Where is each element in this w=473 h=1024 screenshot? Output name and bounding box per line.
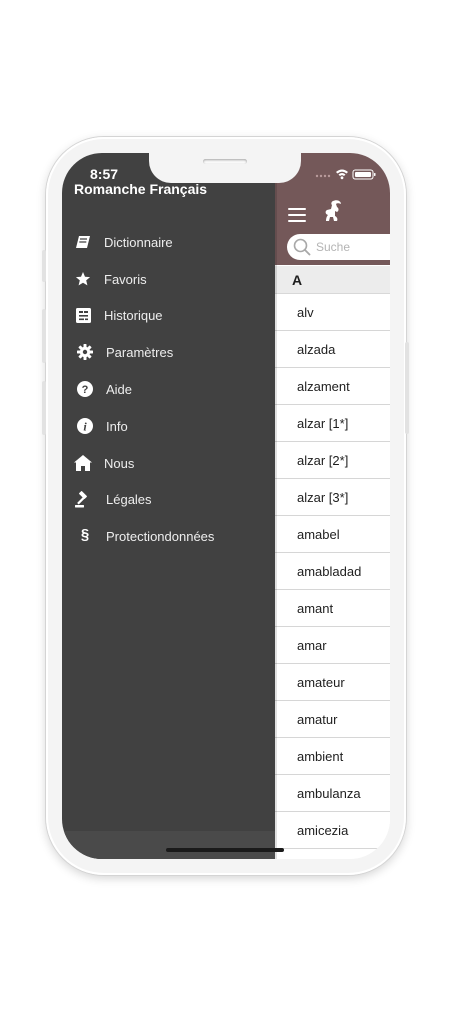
drawer-menu: Dictionnaire Favoris Historique Paramètr… <box>62 224 275 555</box>
menu-item-legales[interactable]: Légales <box>62 482 275 519</box>
battery-icon <box>352 169 376 180</box>
menu-item-favoris[interactable]: Favoris <box>62 261 275 298</box>
menu-item-label: Dictionnaire <box>104 234 173 250</box>
list-item[interactable]: alzada <box>275 331 390 368</box>
list-item[interactable]: alzar [1*] <box>275 405 390 442</box>
search-bar-container: Suche <box>275 228 390 265</box>
menu-item-label: Paramètres <box>106 345 174 361</box>
list-item-label: amateur <box>297 675 345 690</box>
svg-text:?: ? <box>82 384 89 396</box>
list-item-label: ambient <box>297 749 344 764</box>
search-input[interactable]: Suche <box>287 234 390 260</box>
menu-item-info[interactable]: i Info <box>62 408 275 445</box>
navigation-drawer: 8:57 Romanche Français Dictionnaire Favo… <box>62 153 275 859</box>
list-item-label: amant <box>297 601 334 616</box>
word-list: alv alzada alzament alzar [1*] alzar [2*… <box>275 294 390 849</box>
status-icons <box>315 167 377 185</box>
menu-item-protectiondonnees[interactable]: § Protectiondonnées <box>62 518 275 555</box>
list-item[interactable]: alzar [3*] <box>275 479 390 516</box>
list-item[interactable]: amabladad <box>275 553 390 590</box>
list-item-label: ambulanza <box>297 786 361 801</box>
list-item-label: amabladad <box>297 564 362 579</box>
list-item[interactable]: amateur <box>275 664 390 701</box>
ibex-logo-icon <box>322 199 344 228</box>
cellular-signal-icon <box>315 174 331 178</box>
book-icon <box>74 233 92 251</box>
menu-item-label: Nous <box>104 455 135 471</box>
app-screen: Suche A alv alzada alzament alzar [1*] a… <box>62 153 390 859</box>
list-item[interactable]: amabel <box>275 516 390 553</box>
list-item[interactable]: amicezia <box>275 812 390 849</box>
drawer-footer <box>62 831 275 859</box>
hamburger-menu-icon[interactable] <box>288 208 306 222</box>
drawer-title: Romanche Français <box>74 181 208 197</box>
list-item-label: alzament <box>297 379 350 394</box>
list-item-label: alzar [2*] <box>297 453 349 468</box>
gear-icon <box>76 343 94 361</box>
section-header-letter: A <box>292 272 303 288</box>
house-icon <box>74 454 92 472</box>
menu-item-label: Aide <box>106 382 133 398</box>
list-item-label: alzada <box>297 342 336 357</box>
menu-item-dictionnaire[interactable]: Dictionnaire <box>62 224 275 261</box>
list-item-label: alv <box>297 305 314 320</box>
info-icon: i <box>76 417 94 435</box>
menu-item-label: Protectiondonnées <box>106 529 215 545</box>
list-item[interactable]: ambient <box>275 738 390 775</box>
list-item[interactable]: amatur <box>275 701 390 738</box>
menu-item-label: Historique <box>104 308 163 324</box>
list-item[interactable]: ambulanza <box>275 775 390 812</box>
power-button <box>405 342 409 434</box>
menu-item-label: Légales <box>106 492 152 508</box>
volume-up-button <box>42 309 46 363</box>
menu-item-label: Info <box>106 418 128 434</box>
menu-item-parametres[interactable]: Paramètres <box>62 334 275 371</box>
search-placeholder: Suche <box>316 240 351 254</box>
list-item-label: amatur <box>297 712 338 727</box>
list-item-label: alzar [3*] <box>297 490 349 505</box>
question-icon: ? <box>76 380 94 398</box>
list-item-label: amar <box>297 638 327 653</box>
list-item-label: amicezia <box>297 823 349 838</box>
list-item[interactable]: alzament <box>275 368 390 405</box>
history-icon <box>74 307 92 325</box>
list-item[interactable]: alv <box>275 294 390 331</box>
list-item[interactable]: alzar [2*] <box>275 442 390 479</box>
drawer-shadow <box>275 153 277 859</box>
gavel-icon <box>74 491 92 509</box>
section-sign-icon: § <box>80 525 90 543</box>
notch <box>149 153 301 183</box>
menu-item-aide[interactable]: ? Aide <box>62 371 275 408</box>
list-item-label: amabel <box>297 527 340 542</box>
volume-down-button <box>42 381 46 435</box>
search-icon <box>293 238 311 256</box>
speaker-grille <box>203 159 247 164</box>
wifi-icon <box>336 169 348 180</box>
menu-item-historique[interactable]: Historique <box>62 298 275 335</box>
section-header: A <box>275 266 390 294</box>
menu-item-label: Favoris <box>104 271 147 287</box>
status-time: 8:57 <box>90 166 119 182</box>
list-item-label: alzar [1*] <box>297 416 349 431</box>
mute-switch <box>42 250 46 282</box>
list-item[interactable]: amant <box>275 590 390 627</box>
star-icon <box>74 270 92 288</box>
list-item[interactable]: amar <box>275 627 390 664</box>
menu-item-nous[interactable]: Nous <box>62 445 275 482</box>
home-indicator[interactable] <box>166 848 284 852</box>
